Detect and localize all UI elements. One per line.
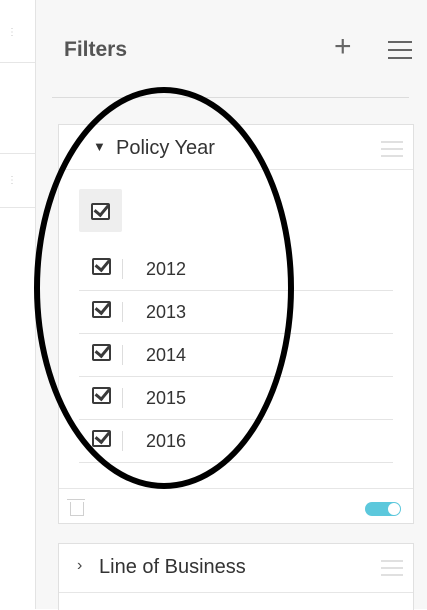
filter-card-title: Line of Business [99,556,246,578]
divider [59,592,413,593]
filter-item-row[interactable]: 2016 [79,419,393,463]
drag-handle-icon[interactable]: ⋮ [7,176,17,186]
filter-card-title: Policy Year [116,137,215,159]
drag-handle-icon[interactable]: ⋮ [7,28,17,38]
drag-handle-icon[interactable] [381,560,403,581]
divider [122,345,123,365]
checkbox-checked-icon[interactable] [92,301,111,318]
filters-panel: Filters + ▼ Policy Year 2012 2013 2014 2… [36,0,427,610]
filter-item-row[interactable]: 2013 [79,290,393,334]
hamburger-menu-icon [388,41,412,59]
checkbox-checked-icon[interactable] [92,258,111,275]
drag-handle-icon[interactable] [381,141,403,162]
filter-card-policy-year: ▼ Policy Year 2012 2013 2014 2015 2016 [58,124,414,524]
checkbox-checked-icon[interactable] [92,344,111,361]
checkbox-checked-icon [91,203,110,220]
filter-enabled-toggle[interactable] [365,502,401,516]
filter-item-label: 2014 [146,345,187,365]
panel-header: Filters + [36,0,427,98]
filter-item-label: 2012 [146,259,187,279]
divider [52,97,409,98]
panel-menu-button[interactable] [388,41,412,65]
filter-card-line-of-business[interactable]: › Line of Business [58,543,414,610]
checkbox-checked-icon[interactable] [92,430,111,447]
filter-item-row[interactable]: 2014 [79,333,393,377]
divider [0,207,35,208]
filter-card-header[interactable]: ▼ Policy Year [59,125,413,170]
divider [122,259,123,279]
filter-card-footer [59,488,413,524]
add-filter-button[interactable]: + [334,32,352,62]
filter-item-label: 2015 [146,388,187,408]
filter-item-label: 2016 [146,431,187,451]
filter-funnel-icon: ▼ [93,139,106,154]
divider [0,153,35,154]
divider [0,62,35,63]
select-all-checkbox[interactable] [79,189,122,232]
trash-icon[interactable] [67,499,85,516]
divider [122,388,123,408]
toggle-knob [388,503,400,515]
checkbox-checked-icon[interactable] [92,387,111,404]
chevron-right-icon[interactable]: › [77,557,82,575]
filter-item-row[interactable]: 2012 [79,247,393,291]
left-strip: ⋮ ⋮ [0,0,36,609]
filter-item-label: 2013 [146,302,187,322]
divider [122,302,123,322]
panel-title: Filters [64,38,128,61]
filter-item-row[interactable]: 2015 [79,376,393,420]
plus-icon: + [334,30,352,63]
divider [122,431,123,451]
